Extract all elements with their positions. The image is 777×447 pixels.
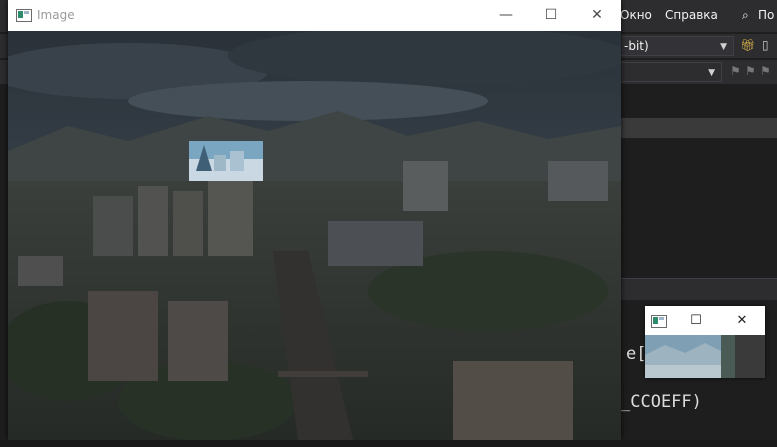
- menu-search-label[interactable]: По: [758, 8, 774, 22]
- close-button[interactable]: ✕: [574, 0, 620, 31]
- ide-panel: [620, 138, 777, 278]
- ide-tab-strip: [620, 118, 777, 138]
- app-icon: [16, 9, 32, 22]
- close-button[interactable]: ✕: [727, 306, 757, 335]
- menu-window[interactable]: Окно: [620, 8, 652, 22]
- preview-image: [645, 335, 765, 378]
- bookmark-icon[interactable]: ⚑: [745, 64, 756, 78]
- bookmark-icon[interactable]: ⚑: [760, 64, 771, 78]
- title-bar[interactable]: Image — ☐ ✕: [8, 0, 621, 31]
- city-photo: [8, 31, 621, 440]
- app-icon: [651, 315, 667, 328]
- preview-title-bar[interactable]: ☐ ✕: [645, 306, 765, 335]
- bottom-strip: [0, 440, 777, 447]
- startup-combo[interactable]: ▼: [620, 62, 722, 82]
- preview-window[interactable]: ☐ ✕: [645, 306, 765, 378]
- ide-splitter[interactable]: [620, 278, 777, 301]
- maximize-button[interactable]: ☐: [681, 306, 711, 335]
- chevron-down-icon: ▼: [708, 68, 715, 78]
- bookmark-icon[interactable]: ⚑: [730, 64, 741, 78]
- search-icon[interactable]: ⌕: [742, 8, 749, 23]
- window-title: Image: [37, 8, 75, 22]
- menu-help[interactable]: Справка: [665, 8, 718, 22]
- platform-combo-value: -bit): [624, 39, 649, 53]
- image-canvas[interactable]: [8, 31, 621, 440]
- maximize-button[interactable]: ☐: [528, 0, 574, 31]
- code-line: _CCOEFF): [620, 392, 702, 412]
- toolbar-icon[interactable]: ▯: [762, 38, 769, 52]
- minimize-button[interactable]: —: [483, 0, 529, 31]
- platform-combo[interactable]: -bit) ▼: [620, 36, 734, 56]
- chevron-down-icon: ▼: [720, 42, 727, 52]
- image-window[interactable]: Image — ☐ ✕: [8, 0, 621, 440]
- gift-icon[interactable]: 🎁︎: [740, 38, 755, 52]
